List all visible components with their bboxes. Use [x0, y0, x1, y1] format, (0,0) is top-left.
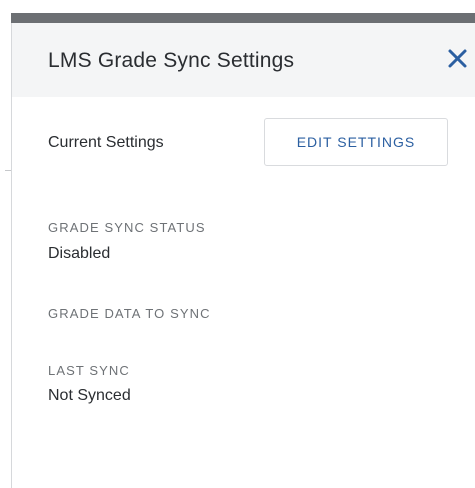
panel-title: LMS Grade Sync Settings — [48, 49, 295, 72]
last-sync-label: LAST SYNC — [48, 363, 130, 378]
close-button[interactable] — [445, 43, 471, 73]
window-top — [0, 0, 475, 14]
panel-header: LMS Grade Sync Settings — [12, 23, 475, 97]
close-icon — [448, 49, 467, 68]
last-sync-value: Not Synced — [48, 387, 131, 404]
top-divider-bar — [11, 13, 475, 23]
current-settings-label: Current Settings — [48, 134, 164, 151]
grade-sync-status-label: GRADE SYNC STATUS — [48, 220, 206, 235]
grade-sync-status-value: Disabled — [48, 245, 111, 262]
grade-sync-settings-panel: LMS Grade Sync Settings Current Settings… — [11, 23, 475, 488]
grade-data-to-sync-label: GRADE DATA TO SYNC — [48, 306, 211, 321]
edit-settings-button[interactable]: EDIT SETTINGS — [264, 118, 448, 166]
